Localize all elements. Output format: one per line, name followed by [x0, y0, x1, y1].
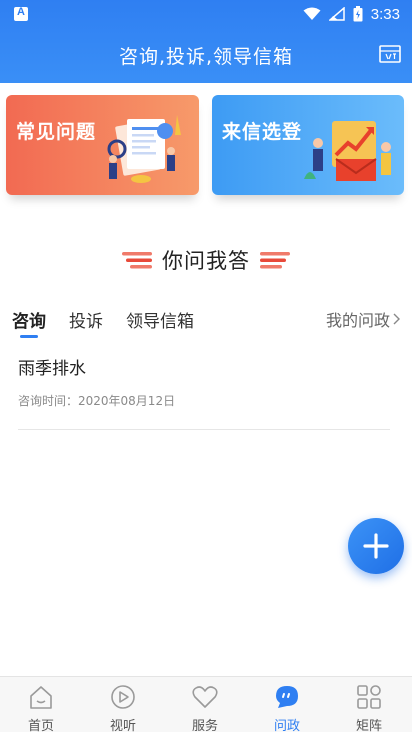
left-decoration-icon	[122, 252, 152, 269]
home-icon	[30, 686, 52, 709]
chevron-right-icon	[393, 313, 400, 325]
header: 3:33 咨询,投诉,领导信箱	[0, 0, 412, 83]
qa-section-heading: 你问我答	[0, 244, 412, 276]
nav-video[interactable]: 视听	[82, 677, 164, 732]
nav-service[interactable]: 服务	[164, 677, 246, 732]
nav-home-label: 首页	[27, 719, 54, 732]
tab-consult[interactable]: 咨询	[12, 307, 46, 332]
tab-leader-mailbox[interactable]: 领导信箱	[126, 307, 194, 332]
right-decoration-icon	[260, 252, 290, 269]
mailbox-icon[interactable]	[378, 43, 402, 65]
tab-complaint[interactable]: 投诉	[69, 307, 103, 332]
status-icons: 3:33	[303, 4, 400, 24]
notification-app-icon	[14, 6, 28, 21]
visit-banner[interactable]: 来信选登	[212, 95, 404, 195]
nav-video-label: 视听	[109, 719, 136, 732]
heart-icon	[192, 686, 218, 708]
section-title: 你问我答	[162, 249, 250, 273]
app-root: 3:33 咨询,投诉,领导信箱 常见问题	[0, 0, 412, 732]
signal-icon	[328, 7, 345, 21]
add-question-button[interactable]	[348, 518, 404, 574]
nav-service-label: 服务	[191, 719, 218, 732]
faq-banner[interactable]: 常见问题	[6, 95, 199, 195]
list-item-meta: 咨询时间：2020年08月12日	[18, 394, 176, 408]
chat-bubble-icon	[276, 686, 298, 708]
visit-banner-label: 来信选登	[222, 121, 303, 143]
list-item[interactable]: 雨季排水 咨询时间：2020年08月12日	[18, 350, 390, 430]
nav-home[interactable]: 首页	[0, 677, 82, 732]
status-time: 3:33	[370, 5, 400, 23]
bottom-nav: 首页 视听 服务 问政 矩阵	[0, 676, 412, 732]
page-title: 咨询,投诉,领导信箱	[118, 46, 294, 68]
nav-inquiry[interactable]: 问政	[246, 677, 328, 732]
grid-icon	[357, 685, 381, 709]
play-icon	[111, 685, 135, 709]
documents-illustration-icon	[107, 115, 181, 183]
nav-matrix[interactable]: 矩阵	[328, 677, 410, 732]
nav-inquiry-label: 问政	[273, 719, 300, 732]
envelope-chart-illustration-icon	[304, 121, 391, 181]
category-tabs: 咨询 投诉 领导信箱 我的问政	[0, 305, 412, 341]
list-item-title: 雨季排水	[18, 359, 86, 379]
status-bar: 3:33	[0, 0, 412, 28]
title-bar: 咨询,投诉,领导信箱	[0, 28, 412, 83]
wifi-icon	[303, 7, 321, 20]
my-inquiries-link[interactable]: 我的问政	[326, 307, 390, 331]
battery-icon	[353, 6, 363, 22]
plus-icon	[363, 533, 389, 559]
nav-matrix-label: 矩阵	[355, 719, 382, 732]
active-tab-indicator	[20, 335, 38, 338]
faq-banner-label: 常见问题	[16, 121, 97, 143]
